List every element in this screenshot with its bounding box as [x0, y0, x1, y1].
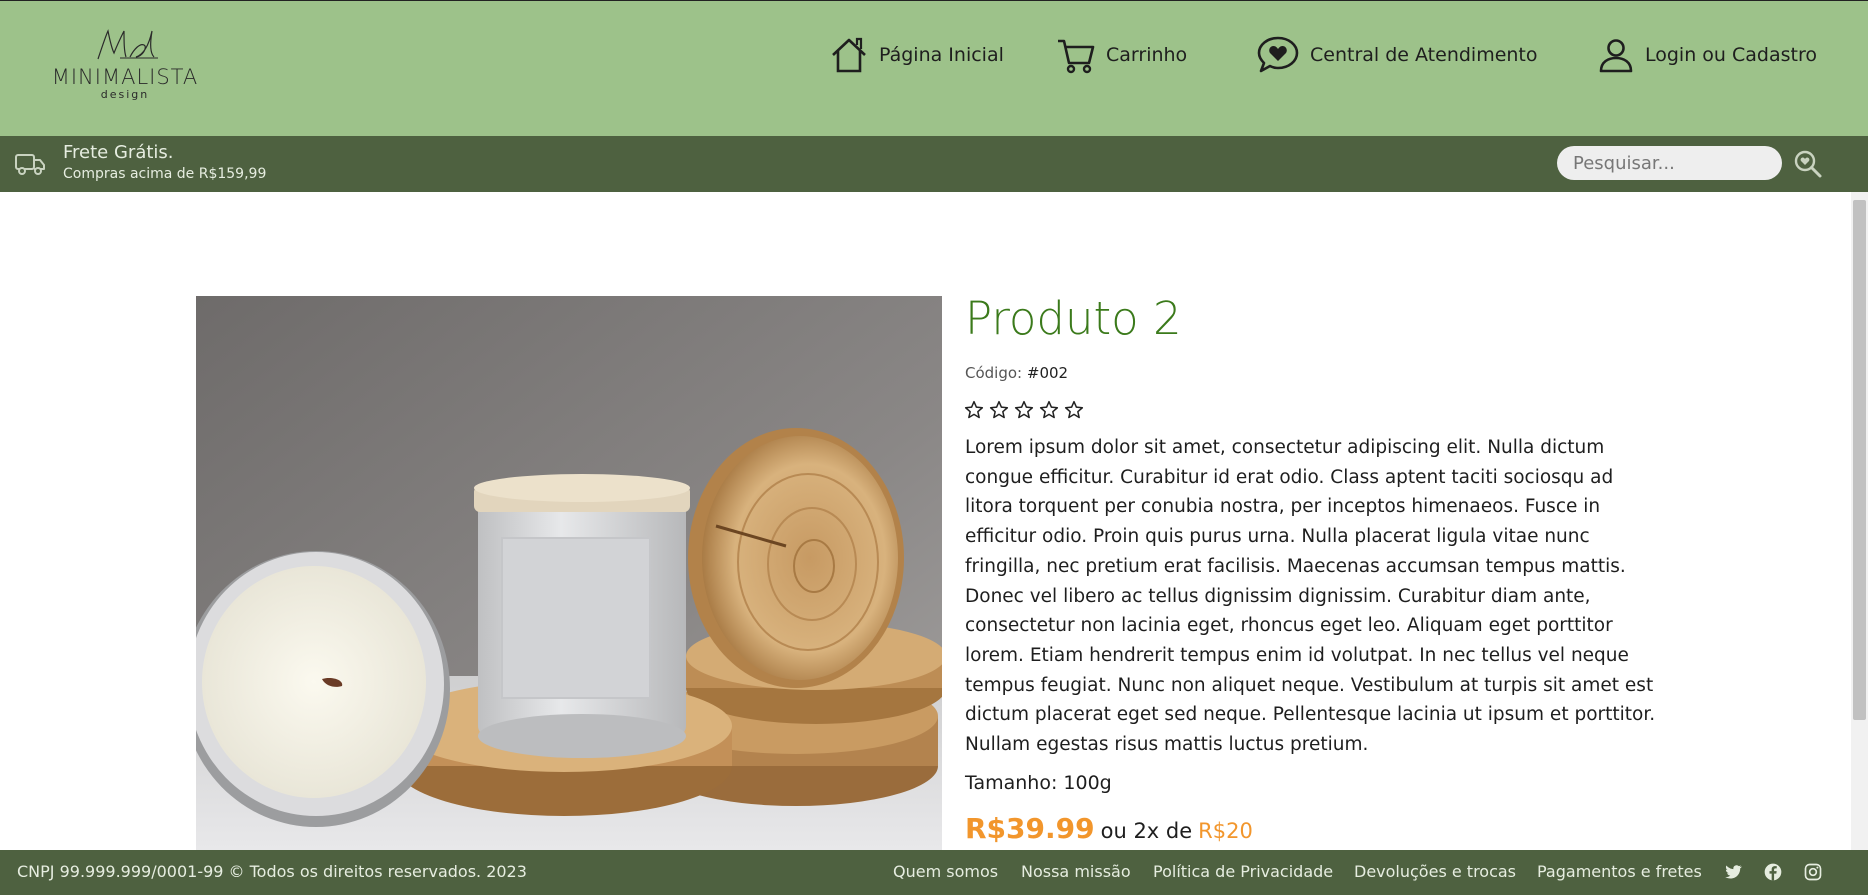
footer: CNPJ 99.999.999/0001-99 © Todos os direi…	[0, 850, 1868, 895]
scrollbar-thumb[interactable]	[1853, 200, 1866, 720]
chat-heart-icon	[1257, 36, 1299, 73]
price-row: R$39.99 ou 2x de R$20	[965, 812, 1253, 845]
top-header: MINIMALISTA design Página Inicial Carrin…	[0, 0, 1868, 136]
nav-support-label: Central de Atendimento	[1310, 44, 1538, 66]
logo-sub: design	[100, 88, 150, 101]
twitter-icon[interactable]	[1723, 862, 1743, 882]
nav-support[interactable]: Central de Atendimento	[1256, 33, 1538, 77]
star-icon[interactable]	[1014, 400, 1034, 420]
user-icon	[1599, 39, 1633, 73]
product-code: Código: #002	[965, 364, 1068, 382]
product-title: Produto 2	[965, 292, 1182, 345]
star-icon[interactable]	[964, 400, 984, 420]
cart-icon	[1058, 39, 1095, 74]
installment-text: ou 2x de	[1100, 819, 1193, 843]
logo[interactable]: MINIMALISTA design	[50, 27, 200, 117]
rating-stars[interactable]	[964, 400, 1084, 420]
instagram-icon[interactable]	[1803, 862, 1823, 882]
footer-link-payments[interactable]: Pagamentos e fretes	[1537, 862, 1702, 881]
star-icon[interactable]	[1064, 400, 1084, 420]
footer-link-about[interactable]: Quem somos	[893, 862, 998, 881]
installment-price: R$20	[1198, 819, 1253, 843]
nav-login-label: Login ou Cadastro	[1645, 44, 1817, 66]
nav-cart[interactable]: Carrinho	[1056, 33, 1187, 77]
star-icon[interactable]	[1039, 400, 1059, 420]
home-icon	[832, 37, 866, 73]
facebook-icon[interactable]	[1763, 862, 1783, 882]
logo-name: MINIMALISTA	[51, 65, 199, 89]
truck-icon	[15, 154, 45, 175]
shipping-bar: Frete Grátis. Compras acima de R$159,99	[0, 136, 1868, 192]
nav-login[interactable]: Login ou Cadastro	[1597, 33, 1817, 77]
search-icon[interactable]	[1793, 149, 1823, 179]
nav-home[interactable]: Página Inicial	[829, 33, 1004, 77]
candle-photo	[196, 296, 942, 850]
footer-copyright: CNPJ 99.999.999/0001-99 © Todos os direi…	[17, 862, 527, 881]
page: MINIMALISTA design Página Inicial Carrin…	[0, 0, 1868, 895]
search-input[interactable]	[1557, 146, 1782, 180]
product-price: R$39.99	[965, 812, 1095, 845]
product-code-value: #002	[1026, 364, 1069, 382]
shipping-subtitle: Compras acima de R$159,99	[63, 166, 267, 182]
product-code-label: Código:	[965, 364, 1023, 382]
footer-link-mission[interactable]: Nossa missão	[1021, 862, 1131, 881]
nav-home-label: Página Inicial	[879, 44, 1004, 66]
product-description: Lorem ipsum dolor sit amet, consectetur …	[965, 437, 1656, 756]
footer-link-returns[interactable]: Devoluções e trocas	[1354, 862, 1516, 881]
product-image	[196, 296, 942, 850]
star-icon[interactable]	[989, 400, 1009, 420]
product-size: Tamanho: 100g	[965, 772, 1112, 794]
footer-link-privacy[interactable]: Política de Privacidade	[1153, 862, 1333, 881]
logo-monogram-icon	[97, 29, 158, 60]
nav-cart-label: Carrinho	[1106, 44, 1188, 66]
shipping-title: Frete Grátis.	[63, 142, 174, 163]
